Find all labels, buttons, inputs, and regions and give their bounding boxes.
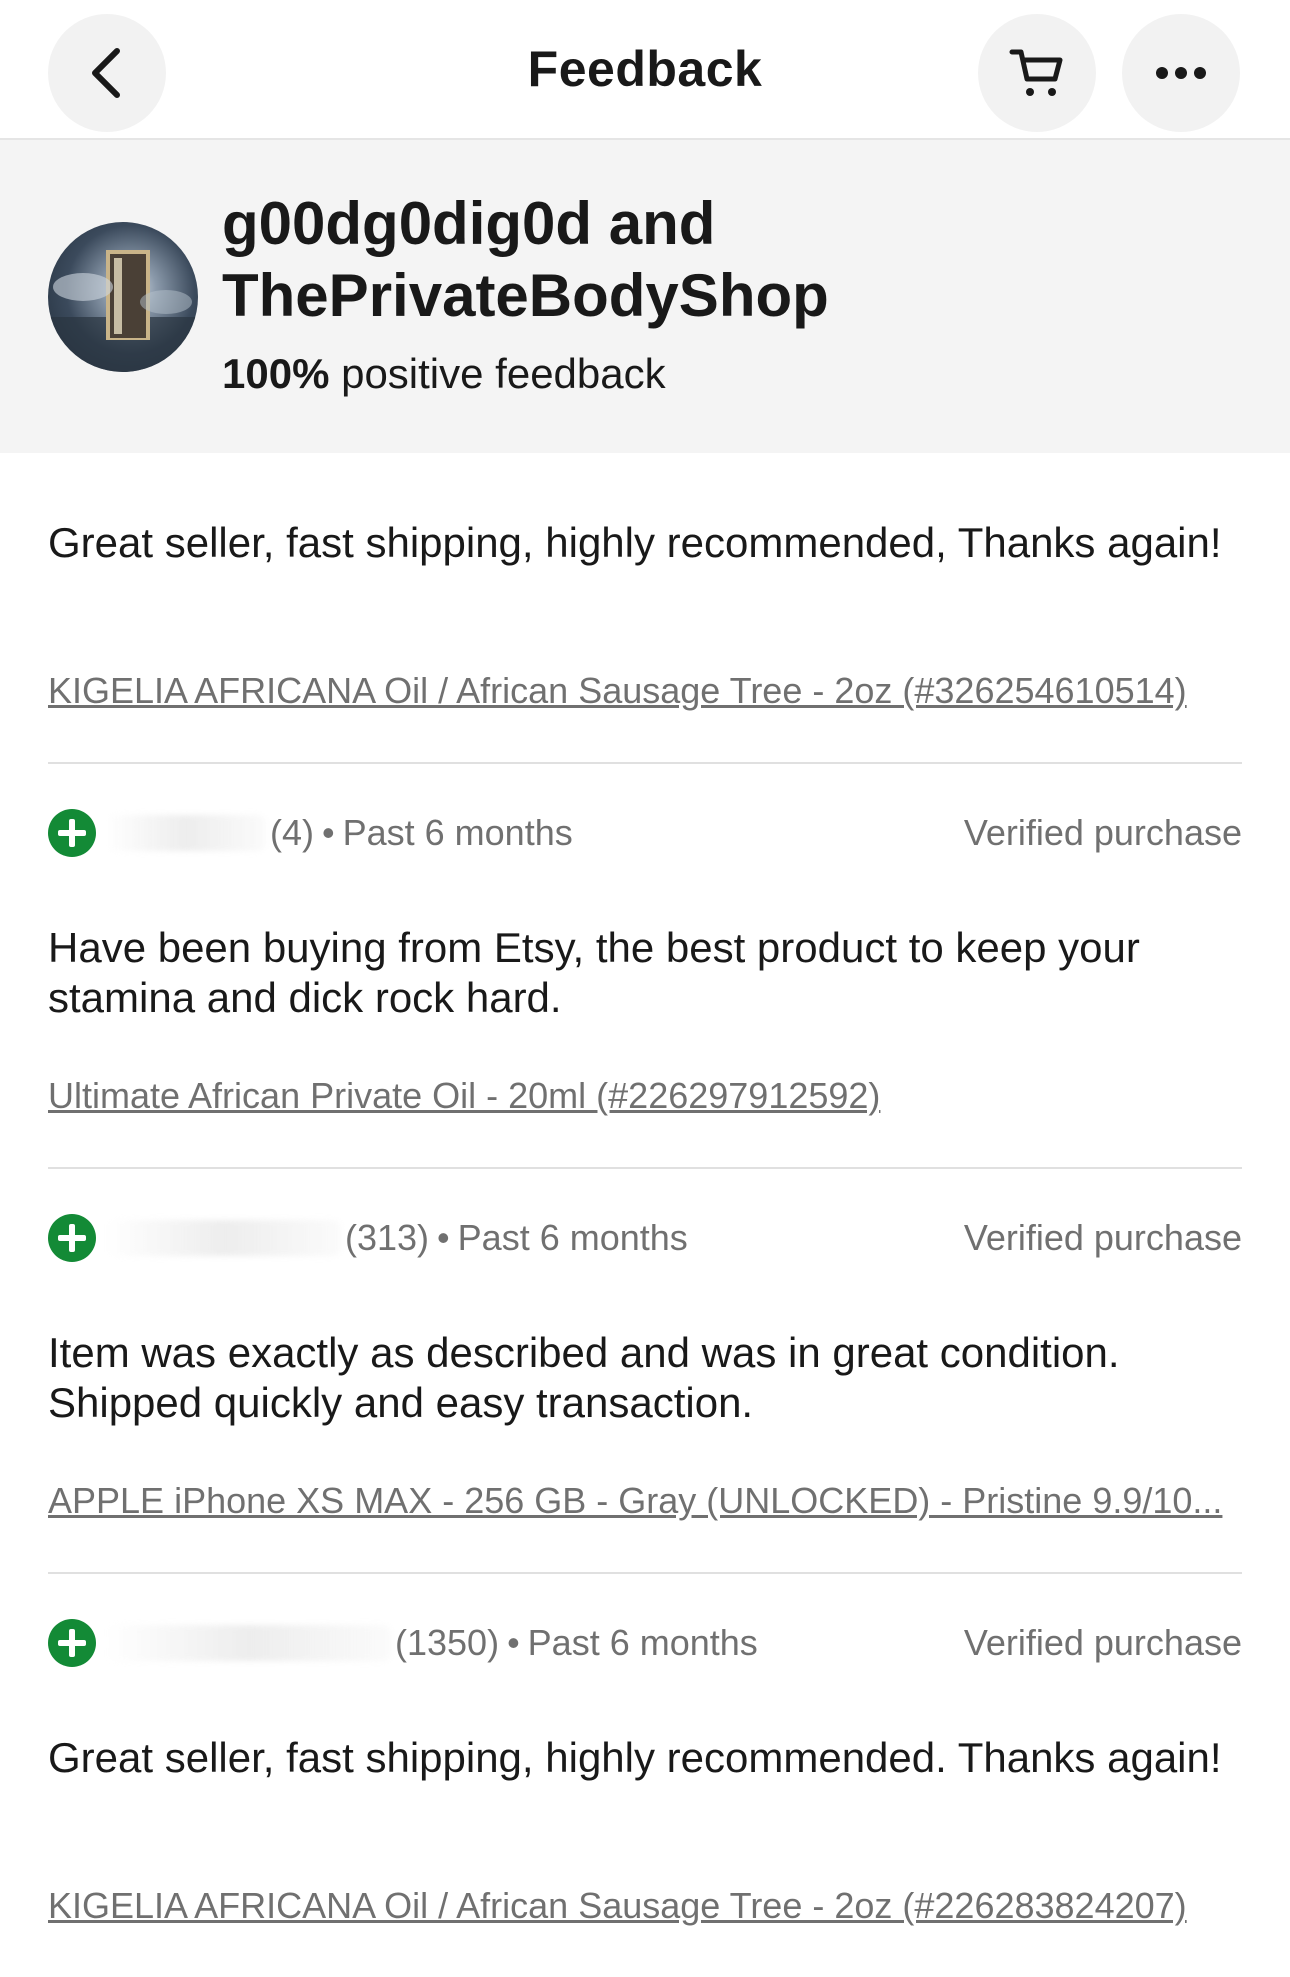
buyer-score: (313) — [345, 1217, 430, 1258]
separator-dot: • — [507, 1622, 520, 1663]
feedback-comment: Great seller, fast shipping, highly reco… — [48, 1734, 1222, 1781]
redacted-buyer-name — [106, 815, 266, 851]
seller-header: g00dg0dig0d and ThePrivateBodyShop 100% … — [0, 140, 1290, 453]
feedback-comment: Great seller, fast shipping, highly reco… — [48, 519, 1222, 566]
feedback-meta: (313) • Past 6 months Verified purchase — [48, 1208, 1242, 1268]
feedback-time: Past 6 months — [527, 1622, 758, 1663]
redacted-buyer-name — [106, 1220, 341, 1256]
feedback-comment: Have been buying from Etsy, the best pro… — [48, 924, 1140, 1021]
feedback-entry: Have been buying from Etsy, the best pro… — [48, 923, 1242, 1023]
cart-button[interactable] — [978, 14, 1096, 132]
feedback-item-link[interactable]: APPLE iPhone XS MAX - 256 GB - Gray (UNL… — [48, 1480, 1242, 1522]
positive-plus-icon — [48, 1214, 96, 1262]
positive-plus-icon — [48, 809, 96, 857]
feedback-item-wrapper: Ultimate African Private Oil - 20ml (#22… — [48, 1075, 1242, 1117]
separator-dot: • — [322, 812, 335, 853]
feedback-item-link[interactable]: KIGELIA AFRICANA Oil / African Sausage T… — [48, 670, 1242, 712]
feedback-time: Past 6 months — [342, 812, 573, 853]
positive-feedback-summary: 100% positive feedback — [222, 350, 666, 398]
seller-name: g00dg0dig0d and ThePrivateBodyShop — [222, 188, 1222, 332]
positive-plus-icon — [48, 1619, 96, 1667]
feedback-entry: Item was exactly as described and was in… — [48, 1328, 1242, 1428]
divider — [48, 1572, 1242, 1574]
feedback-item-link[interactable]: Ultimate African Private Oil - 20ml (#22… — [48, 1075, 1242, 1117]
verified-purchase-label: Verified purchase — [963, 1217, 1242, 1258]
feedback-item-wrapper: APPLE iPhone XS MAX - 256 GB - Gray (UNL… — [48, 1480, 1242, 1522]
positive-label: positive feedback — [341, 350, 666, 397]
feedback-meta: (1350) • Past 6 months Verified purchase — [48, 1613, 1242, 1673]
seller-name-line-1: g00dg0dig0d and — [222, 190, 716, 257]
page-title: Feedback — [527, 41, 763, 97]
separator-dot: • — [437, 1217, 450, 1258]
feedback-time: Past 6 months — [457, 1217, 688, 1258]
door-image-icon — [48, 250, 198, 372]
seller-name-line-2: ThePrivateBodyShop — [222, 262, 829, 329]
seller-avatar[interactable] — [48, 222, 198, 372]
more-horizontal-icon — [1156, 67, 1206, 79]
feedback-meta: (4) • Past 6 months Verified purchase — [48, 803, 1242, 863]
feedback-item-wrapper: KIGELIA AFRICANA Oil / African Sausage T… — [48, 670, 1242, 712]
cart-icon — [1009, 49, 1063, 96]
feedback-item-link[interactable]: KIGELIA AFRICANA Oil / African Sausage T… — [48, 1885, 1242, 1927]
divider — [48, 762, 1242, 764]
divider — [48, 1167, 1242, 1169]
feedback-comment: Item was exactly as described and was in… — [48, 1329, 1120, 1426]
positive-percent: 100% — [222, 350, 330, 397]
buyer-score: (4) — [270, 812, 314, 853]
buyer-score: (1350) — [395, 1622, 500, 1663]
top-nav-bar: Feedback — [0, 0, 1290, 140]
feedback-entry: Great seller, fast shipping, highly reco… — [48, 1733, 1242, 1783]
feedback-entry: Great seller, fast shipping, highly reco… — [48, 518, 1242, 568]
feedback-item-wrapper: KIGELIA AFRICANA Oil / African Sausage T… — [48, 1885, 1242, 1927]
verified-purchase-label: Verified purchase — [963, 1622, 1242, 1663]
more-options-button[interactable] — [1122, 14, 1240, 132]
redacted-buyer-name — [106, 1625, 391, 1661]
verified-purchase-label: Verified purchase — [963, 812, 1242, 853]
